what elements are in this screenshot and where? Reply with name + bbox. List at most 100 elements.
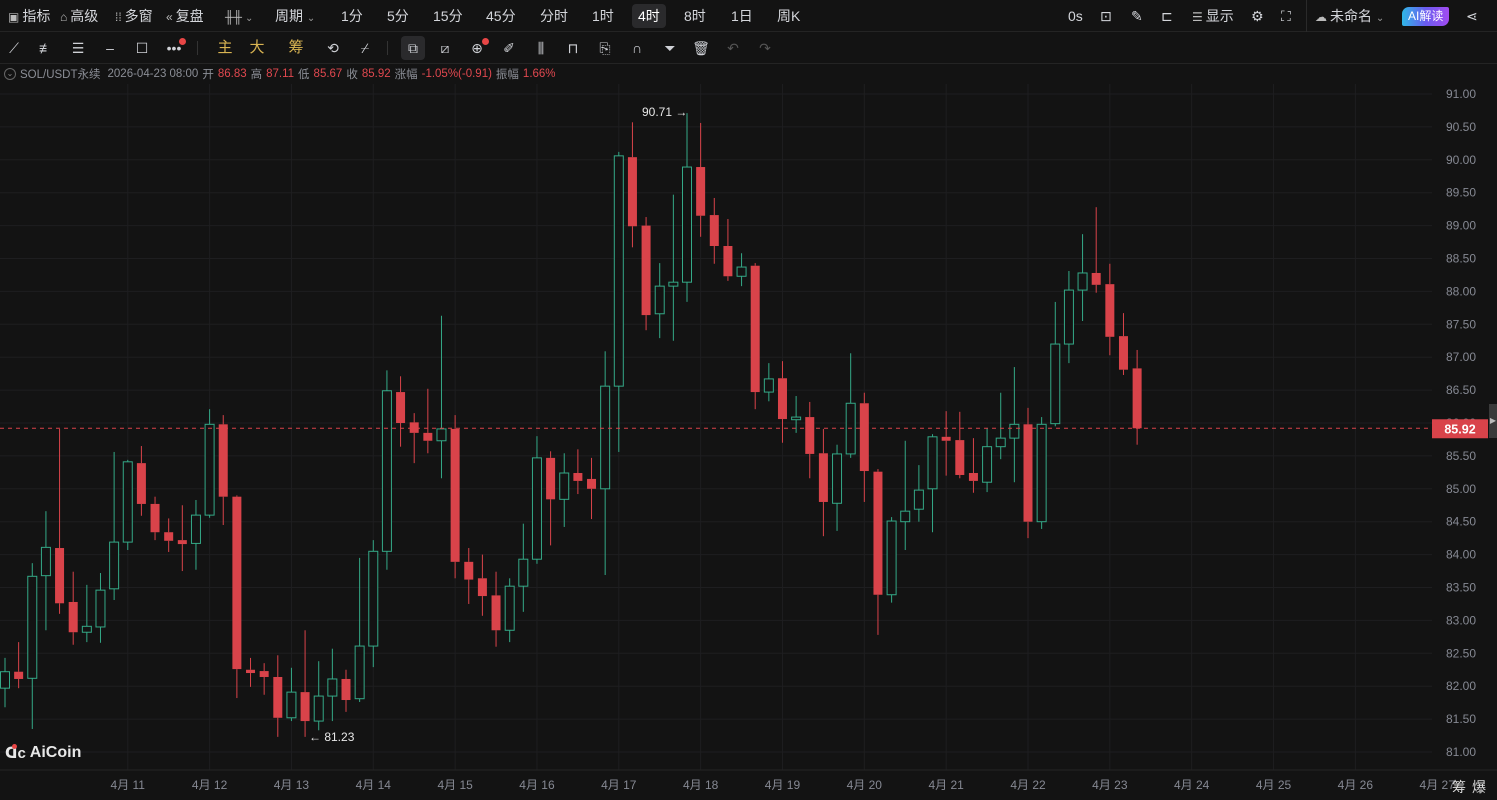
eraser-icon[interactable]: ⌿	[353, 36, 377, 60]
collapse-icon[interactable]: ⌄	[4, 68, 16, 80]
candle-body	[613, 155, 624, 387]
candle-body	[354, 645, 365, 700]
candle-down	[68, 571, 78, 645]
price-tick-label: 89.00	[1446, 219, 1476, 233]
layout-dropdown[interactable]: ☁ 未命名 ⌄	[1315, 0, 1384, 32]
candle-down	[723, 219, 733, 281]
period-45m[interactable]: 45分	[486, 0, 516, 32]
price-tick-label: 87.00	[1446, 350, 1476, 364]
period-1m[interactable]: 1分	[341, 0, 363, 32]
lock-icon[interactable]: ⊓	[561, 36, 585, 60]
period-1h[interactable]: 1时	[592, 0, 614, 32]
ai-interpret-button[interactable]: AI解读	[1402, 7, 1450, 26]
candle-body	[68, 601, 78, 633]
candle-body	[1009, 423, 1020, 439]
period-timeshare[interactable]: 分时	[540, 0, 568, 32]
candle-up	[845, 353, 856, 458]
multi-window-button[interactable]: ⁞⁞ 多窗	[115, 0, 153, 32]
chip-distribution-button[interactable]: 筹	[284, 36, 308, 60]
brush-icon[interactable]: ✐	[497, 36, 521, 60]
last-price-label: 85.92	[1444, 422, 1475, 436]
ruler-icon[interactable]: ⧄	[433, 36, 457, 60]
advanced-button[interactable]: ⌂ 高级	[60, 0, 98, 32]
cursor-mode-icon[interactable]: ⧉	[401, 36, 425, 60]
indicators-button[interactable]: ▣ 指标	[8, 0, 50, 32]
display-button[interactable]: ☰ 显示	[1192, 0, 1234, 32]
horizontal-lines-icon[interactable]: ☰	[66, 36, 90, 60]
edit-note-icon[interactable]: ⎘	[593, 36, 617, 60]
fullscreen-icon[interactable]: ⛶	[1281, 0, 1291, 32]
rectangle-icon[interactable]: ☐	[130, 36, 154, 60]
magnet-icon[interactable]: ∩	[625, 36, 649, 60]
camera-icon[interactable]: ⊡	[1100, 0, 1112, 32]
chevron-down-icon: ⌄	[306, 13, 316, 24]
candle-down	[1132, 349, 1142, 445]
candle-body	[381, 390, 392, 552]
undo-icon[interactable]: ↶	[721, 36, 745, 60]
zoom-in-icon[interactable]: ⊕	[465, 36, 489, 60]
period-5m[interactable]: 5分	[387, 0, 409, 32]
candle-datetime: 2026-04-23 08:00	[107, 68, 199, 80]
notification-dot	[482, 38, 489, 45]
trend-line-icon[interactable]: ⟋	[2, 36, 26, 60]
candle-body	[668, 281, 679, 287]
time-tick-label: 4月 16	[519, 778, 555, 792]
trash-icon[interactable]: 🗑	[689, 36, 713, 60]
main-indicator-button[interactable]: 主	[213, 36, 237, 60]
candle-body	[409, 422, 419, 433]
candle-down	[750, 263, 760, 410]
candle-body	[327, 678, 338, 697]
period-1w[interactable]: 周K	[777, 0, 800, 32]
divider	[1306, 0, 1307, 32]
candle-body	[886, 520, 897, 596]
candle-body	[518, 558, 529, 587]
candle-body	[927, 436, 938, 490]
candle-down	[818, 428, 828, 537]
side-panel-toggle[interactable]: ▶	[1489, 404, 1497, 438]
candle-body	[313, 695, 324, 722]
candle-body	[109, 541, 120, 590]
candle-down	[232, 495, 242, 699]
sync-drawing-icon[interactable]: ⟲	[321, 36, 345, 60]
price-tick-label: 84.00	[1446, 548, 1476, 562]
candle-bars-icon[interactable]: ⫼	[529, 36, 553, 60]
price-tick-label: 90.00	[1446, 153, 1476, 167]
period-1d[interactable]: 1日	[731, 0, 753, 32]
chevron-down-icon: ⌄	[1375, 13, 1385, 24]
price-tick-label: 82.50	[1446, 646, 1476, 660]
candle-up	[982, 428, 993, 493]
price-tick-label: 84.50	[1446, 515, 1476, 529]
candle-down	[259, 663, 269, 695]
period-4h[interactable]: 4时	[632, 4, 666, 28]
candle-down	[300, 630, 310, 737]
candle-up	[886, 517, 897, 603]
candlestick-chart[interactable]: 91.00 90.50 90.00 89.50 89.00 88.50 88.00 87.50…	[0, 0, 1497, 800]
candle-body	[627, 157, 637, 227]
candle-up	[381, 370, 392, 570]
parallel-channel-icon[interactable]: ≢	[34, 36, 58, 60]
pencil-icon[interactable]: ✎	[1131, 0, 1143, 32]
large-order-button[interactable]: 大	[245, 36, 269, 60]
time-tick-label: 4月 24	[1174, 778, 1210, 792]
add-window-icon[interactable]: ⊏	[1161, 0, 1173, 32]
horizontal-ray-icon[interactable]: –	[98, 36, 122, 60]
candle-down	[546, 451, 556, 546]
period-8h[interactable]: 8时	[684, 0, 706, 32]
candle-body	[709, 215, 719, 246]
more-tools-icon[interactable]: •••	[162, 36, 186, 60]
filter-icon[interactable]: ⏷	[658, 36, 682, 60]
price-axis[interactable]: 91.00 90.50 90.00 89.50 89.00 88.50 88.00 87.50…	[1432, 84, 1497, 800]
time-axis[interactable]: 4月 11 4月 12 4月 13 4月 14 4月 15 4月 16 4月 17 4月 18…	[0, 769, 1497, 792]
period-15m[interactable]: 15分	[433, 0, 463, 32]
chip-liquidation-label[interactable]: 筹爆	[1452, 777, 1492, 797]
period-dropdown[interactable]: 周期 ⌄	[275, 0, 315, 32]
chart-type-dropdown[interactable]: ╫╫ ⌄	[225, 0, 253, 32]
share-icon[interactable]: ⋖	[1466, 0, 1478, 32]
candle-down	[777, 361, 787, 443]
redo-icon[interactable]: ↷	[753, 36, 777, 60]
candle-up	[436, 315, 447, 479]
replay-button[interactable]: «复盘	[166, 0, 204, 32]
price-tick-label: 83.50	[1446, 581, 1476, 595]
candle-down	[968, 438, 978, 493]
gear-icon[interactable]: ⚙	[1251, 0, 1264, 32]
